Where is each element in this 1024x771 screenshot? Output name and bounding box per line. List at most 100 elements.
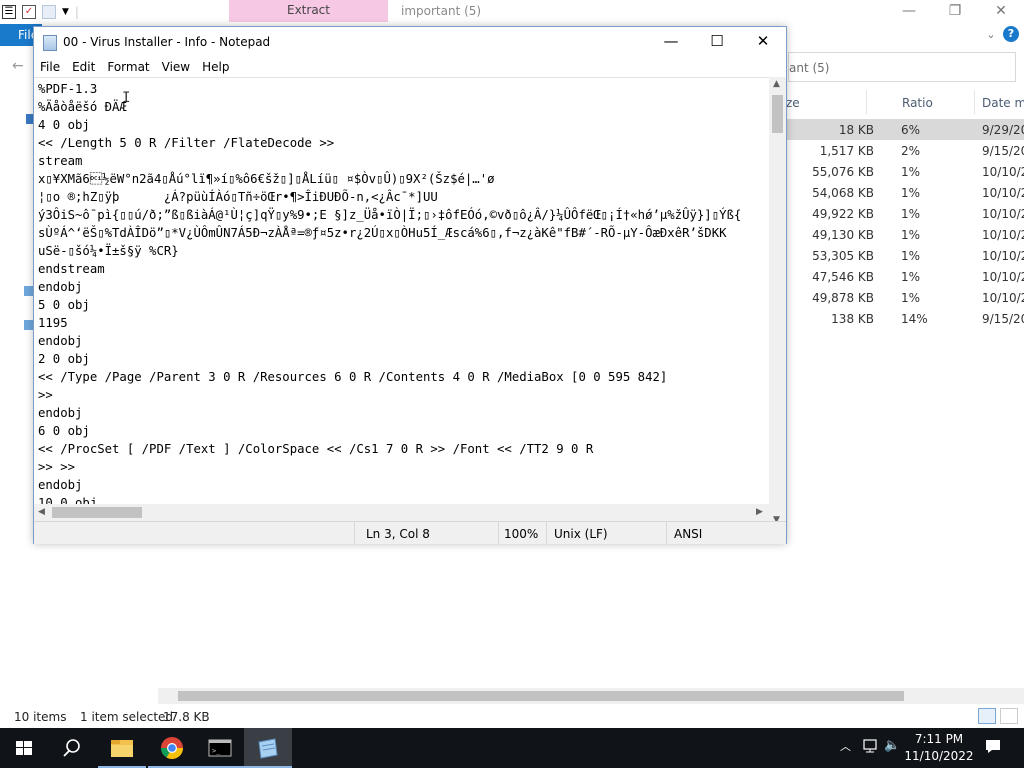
file-date: 9/15/20 (982, 312, 1024, 326)
column-divider[interactable] (974, 90, 975, 114)
qat-divider: | (74, 5, 79, 19)
start-button[interactable] (0, 728, 48, 768)
file-date: 10/10/20 (982, 186, 1024, 200)
column-divider[interactable] (866, 90, 867, 114)
text-line: endobj (38, 478, 83, 492)
windows-logo-icon (16, 741, 32, 755)
file-size: 53,305 KB (812, 249, 874, 263)
scroll-left-icon[interactable]: ◀ (38, 507, 45, 517)
folder-icon (111, 740, 133, 757)
menu-file[interactable]: File (34, 57, 66, 77)
search-input[interactable]: ant (5) (788, 52, 1016, 82)
text-line: x▯¥XMã6½ëW°n2ã4▯Åú°lï¶»í▯%ô6€šž▯]▯ÅLíü▯… (38, 172, 495, 186)
text-line: stream (38, 154, 83, 168)
notepad-minimize-button[interactable]: — (648, 27, 694, 57)
scroll-right-icon[interactable]: ▶ (756, 507, 763, 517)
volume-icon[interactable]: 🔈 (884, 738, 900, 753)
column-header-size[interactable]: ze (786, 96, 800, 110)
notepad-content[interactable]: %PDF-1.3 %Äåòåëšó ÐÄÆ 4 0 obj << /Length 5 … (38, 80, 741, 512)
text-line: %Äåòåëšó ÐÄÆ (38, 100, 127, 114)
file-row[interactable]: 47,546 KB 1% 10/10/20 (786, 266, 1024, 287)
explorer-minimize-button[interactable]: — (886, 0, 932, 24)
explorer-horizontal-scrollbar[interactable] (158, 688, 1024, 704)
chrome-taskbar-button[interactable] (148, 728, 196, 768)
file-row[interactable]: 138 KB 14% 9/15/20 (786, 308, 1024, 329)
clock-time: 7:11 PM (914, 732, 964, 746)
network-status-icon[interactable] (862, 738, 878, 758)
text-cursor-icon: I (122, 90, 131, 106)
text-line: 1195 (38, 316, 68, 330)
menu-edit[interactable]: Edit (66, 57, 101, 77)
system-clock[interactable]: 7:11 PM 11/10/2022 (900, 731, 978, 765)
ribbon-tab-extract[interactable]: Extract (229, 0, 388, 22)
notepad-vertical-thumb[interactable] (772, 95, 783, 133)
notepad-window-title: 00 - Virus Installer - Info - Notepad (63, 35, 271, 49)
file-size: 47,546 KB (812, 270, 874, 284)
menu-format[interactable]: Format (101, 57, 155, 77)
help-icon[interactable]: ? (1003, 26, 1019, 42)
file-row[interactable]: 49,878 KB 1% 10/10/20 (786, 287, 1024, 308)
terminal-taskbar-button[interactable]: >_ (196, 728, 244, 768)
file-ratio: 1% (901, 228, 921, 242)
file-row[interactable]: 54,068 KB 1% 10/10/20 (786, 182, 1024, 203)
qat-dropdown-icon[interactable]: ▼ (62, 7, 69, 17)
notepad-horizontal-thumb[interactable] (52, 507, 142, 518)
file-row[interactable]: 53,305 KB 1% 10/10/20 (786, 245, 1024, 266)
column-header-date[interactable]: Date mo (982, 96, 1024, 110)
file-date: 9/29/20 (982, 123, 1024, 137)
file-date: 10/10/20 (982, 270, 1024, 284)
file-explorer-taskbar-button[interactable] (98, 728, 146, 768)
column-header-ratio[interactable]: Ratio (902, 96, 933, 110)
file-row[interactable]: 18 KB 6% 9/29/20 (786, 119, 1024, 140)
large-icons-view-icon[interactable] (1000, 708, 1018, 724)
new-folder-icon[interactable] (42, 5, 56, 19)
notification-center-icon[interactable] (984, 738, 1002, 760)
notepad-taskbar-button[interactable] (244, 728, 292, 768)
file-size: 49,922 KB (812, 207, 874, 221)
search-button[interactable] (48, 728, 96, 768)
text-line: 5 0 obj (38, 298, 90, 312)
text-line: ¦▯o ®;hZ▯ÿþ ¿Á?püùÍÀó▯Tñ÷öŒr•¶>ÎiÐUÐÕ-n,… (38, 190, 438, 204)
quick-access-toolbar: ☰ ✓ ▼ | (0, 0, 230, 24)
explorer-scroll-thumb[interactable] (178, 691, 904, 701)
notepad-maximize-button[interactable]: ☐ (694, 27, 740, 57)
search-placeholder: ant (5) (789, 61, 830, 75)
notepad-close-button[interactable]: ✕ (740, 27, 786, 57)
properties-icon[interactable]: ☰ (2, 5, 16, 19)
checkbox-icon[interactable]: ✓ (22, 5, 36, 19)
file-row[interactable]: 55,076 KB 1% 10/10/20 (786, 161, 1024, 182)
explorer-close-button[interactable]: ✕ (978, 0, 1024, 24)
explorer-restore-button[interactable]: ❐ (932, 0, 978, 24)
text-line: endstream (38, 262, 105, 276)
file-size: 49,130 KB (812, 228, 874, 242)
clock-date: 11/10/2022 (904, 749, 974, 763)
file-row[interactable]: 49,922 KB 1% 10/10/20 (786, 203, 1024, 224)
file-date: 10/10/20 (982, 249, 1024, 263)
notepad-vertical-scrollbar[interactable]: ▲ ▼ (769, 77, 786, 529)
status-divider (498, 522, 499, 545)
show-hidden-icons-icon[interactable]: ︿ (840, 738, 851, 754)
text-line: endobj (38, 334, 83, 348)
text-line: >> (38, 388, 53, 402)
notepad-horizontal-scrollbar[interactable]: ◀ ▶ (34, 504, 769, 521)
details-view-icon[interactable] (978, 708, 996, 724)
cursor-position: Ln 3, Col 8 (366, 527, 430, 541)
menu-view[interactable]: View (156, 57, 196, 77)
menu-help[interactable]: Help (196, 57, 235, 77)
svg-text:>_: >_ (212, 747, 221, 755)
chrome-icon (161, 737, 183, 759)
notepad-text-area[interactable]: %PDF-1.3 %Äåòåëšó ÐÄÆ 4 0 obj << /Length 5 … (34, 77, 769, 529)
file-ratio: 1% (901, 207, 921, 221)
file-row[interactable]: 49,130 KB 1% 10/10/20 (786, 224, 1024, 245)
status-divider (354, 522, 355, 545)
file-row[interactable]: 1,517 KB 2% 9/15/20 (786, 140, 1024, 161)
selection-size: 17.8 KB (163, 710, 210, 724)
scroll-up-icon[interactable]: ▲ (773, 79, 780, 89)
command-prompt-icon: >_ (208, 739, 232, 757)
item-count: 10 items (14, 710, 67, 724)
file-size: 49,878 KB (812, 291, 874, 305)
notepad-title-bar[interactable]: 00 - Virus Installer - Info - Notepad — … (34, 27, 786, 57)
file-ratio: 2% (901, 144, 921, 158)
file-date: 10/10/20 (982, 165, 1024, 179)
back-arrow-icon[interactable]: ← (12, 58, 24, 74)
